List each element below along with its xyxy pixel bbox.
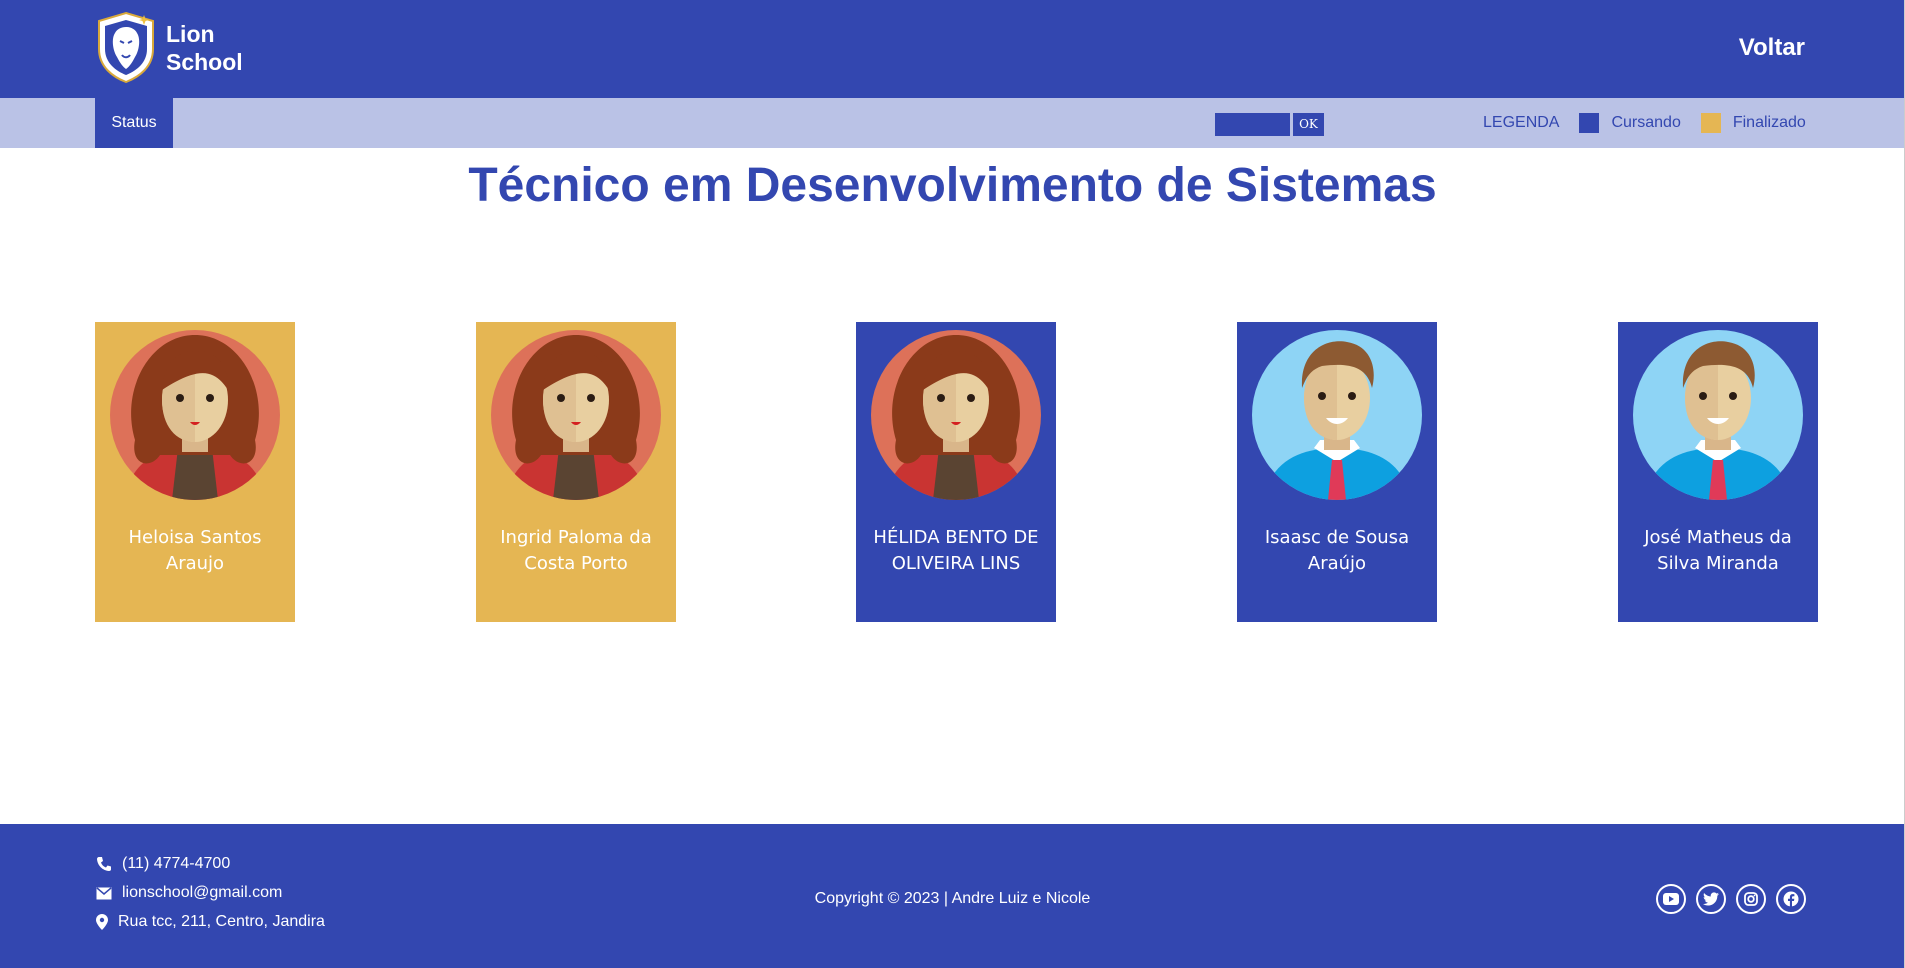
legend-label-finalizado: Finalizado — [1732, 114, 1806, 131]
student-card[interactable]: Heloisa Santos Araujo — [95, 322, 295, 622]
social-links — [1656, 884, 1816, 914]
student-card[interactable]: Isaasc de Sousa Araújo — [1237, 322, 1437, 622]
legend-swatch-cursando — [1579, 113, 1600, 133]
female-avatar-icon — [491, 330, 661, 500]
footer: (11) 4774-4700 lionschool@gmail.com Rua … — [0, 824, 1905, 968]
header: Lion School Voltar — [0, 0, 1905, 98]
address-contact: Rua tcc, 211, Centro, Jandira — [96, 913, 325, 931]
logo-line-2: School — [166, 49, 243, 75]
male-avatar-icon — [1252, 330, 1422, 500]
filter-input[interactable] — [1215, 113, 1290, 136]
male-avatar-icon — [1633, 330, 1803, 500]
status-tab[interactable]: Status — [95, 98, 173, 148]
student-name: Ingrid Paloma da Costa Porto — [500, 527, 652, 574]
logo-line-1: Lion — [166, 21, 215, 47]
student-name: José Matheus da Silva Miranda — [1644, 527, 1792, 574]
youtube-icon[interactable] — [1656, 884, 1686, 914]
location-pin-icon — [96, 914, 108, 930]
facebook-icon[interactable] — [1776, 884, 1806, 914]
copyright: Copyright © 2023 | Andre Luiz e Nicole — [814, 890, 1091, 907]
phone-contact: (11) 4774-4700 — [96, 855, 230, 873]
address-text: Rua tcc, 211, Centro, Jandira — [118, 913, 325, 930]
student-card[interactable]: Ingrid Paloma da Costa Porto — [476, 322, 676, 622]
legend-swatch-finalizado — [1700, 113, 1721, 133]
twitter-icon[interactable] — [1696, 884, 1726, 914]
instagram-icon[interactable] — [1736, 884, 1766, 914]
student-name: HÉLIDA BENTO DE OLIVEIRA LINS — [873, 527, 1039, 574]
legend-title: LEGENDA — [1483, 114, 1560, 131]
student-card[interactable]: HÉLIDA BENTO DE OLIVEIRA LINS — [856, 322, 1056, 622]
student-name: Heloisa Santos Araujo — [128, 527, 262, 574]
filter-bar: Status OK LEGENDA Cursando Finalizado — [0, 98, 1905, 148]
legend-label-cursando: Cursando — [1611, 114, 1681, 131]
student-card[interactable]: José Matheus da Silva Miranda — [1618, 322, 1818, 622]
phone-icon — [97, 857, 111, 871]
back-button[interactable]: Voltar — [1739, 34, 1805, 62]
page-title: Técnico em Desenvolvimento de Sistemas — [468, 159, 1437, 212]
ok-button[interactable]: OK — [1293, 113, 1324, 136]
female-avatar-icon — [871, 330, 1041, 500]
phone-text: (11) 4774-4700 — [122, 855, 231, 872]
legend: LEGENDA Cursando Finalizado — [1483, 98, 1806, 148]
female-avatar-icon — [110, 330, 280, 500]
lion-logo-icon[interactable] — [95, 11, 157, 84]
student-name: Isaasc de Sousa Araújo — [1264, 527, 1410, 574]
logo-text: Lion School — [166, 20, 243, 76]
